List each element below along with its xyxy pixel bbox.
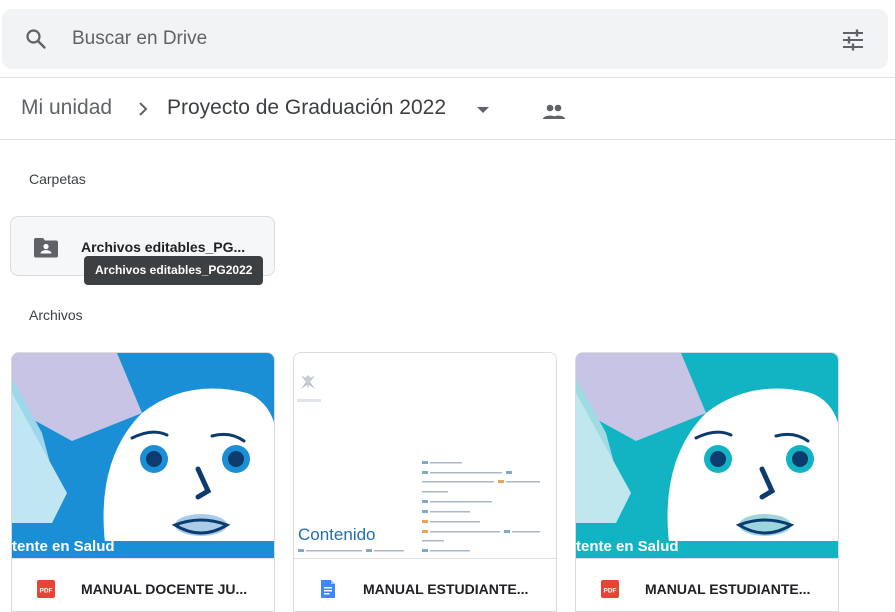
- search-header: [0, 0, 895, 78]
- shared-folder-icon: [34, 238, 58, 258]
- illustration-face: [12, 353, 274, 558]
- file-name: MANUAL ESTUDIANTE...: [363, 581, 529, 597]
- search-input[interactable]: [72, 23, 772, 55]
- search-icon[interactable]: [24, 27, 48, 51]
- svg-text:PDF: PDF: [604, 588, 617, 595]
- caret-down-icon[interactable]: [476, 106, 490, 114]
- file-footer: PDF MANUAL DOCENTE JU...: [12, 558, 274, 611]
- files-section-title: Archivos: [29, 307, 83, 323]
- folders-section-title: Carpetas: [29, 171, 86, 187]
- illustration-face: [576, 353, 838, 558]
- thumbnail-caption: tente en Salud: [12, 538, 115, 555]
- file-footer: MANUAL ESTUDIANTE...: [294, 558, 556, 611]
- file-thumbnail: Contenido: [294, 353, 556, 558]
- pdf-icon: PDF: [601, 580, 619, 598]
- search-bar[interactable]: [2, 9, 888, 69]
- thumbnail-caption: tente en Salud: [576, 538, 679, 555]
- file-thumbnail: tente en Salud: [576, 353, 838, 558]
- shared-people-icon[interactable]: [541, 102, 567, 122]
- file-name: MANUAL ESTUDIANTE...: [645, 581, 811, 597]
- google-docs-icon: [321, 580, 335, 598]
- file-name: MANUAL DOCENTE JU...: [81, 581, 248, 597]
- breadcrumb-current-folder[interactable]: Proyecto de Graduación 2022: [167, 96, 446, 120]
- folder-tooltip: Archivos editables_PG2022: [84, 256, 264, 285]
- chevron-right-icon: [139, 102, 148, 116]
- svg-text:PDF: PDF: [40, 588, 53, 595]
- file-footer: PDF MANUAL ESTUDIANTE...: [576, 558, 838, 611]
- breadcrumb-root[interactable]: Mi unidad: [21, 96, 112, 120]
- folder-name: Archivos editables_PG...: [81, 239, 246, 255]
- file-thumbnail: tente en Salud: [12, 353, 274, 558]
- file-card[interactable]: tente en Salud PDF MANUAL ESTUDIANTE...: [575, 352, 839, 612]
- search-options-icon[interactable]: [840, 27, 866, 53]
- file-card[interactable]: tente en Salud PDF MANUAL DOCENTE JU...: [11, 352, 275, 612]
- file-card[interactable]: Contenido MANUAL ESTUDIANTE...: [293, 352, 557, 612]
- breadcrumb: Mi unidad Proyecto de Graduación 2022: [0, 80, 895, 140]
- pdf-icon: PDF: [37, 580, 55, 598]
- document-preview-title: Contenido: [298, 525, 376, 544]
